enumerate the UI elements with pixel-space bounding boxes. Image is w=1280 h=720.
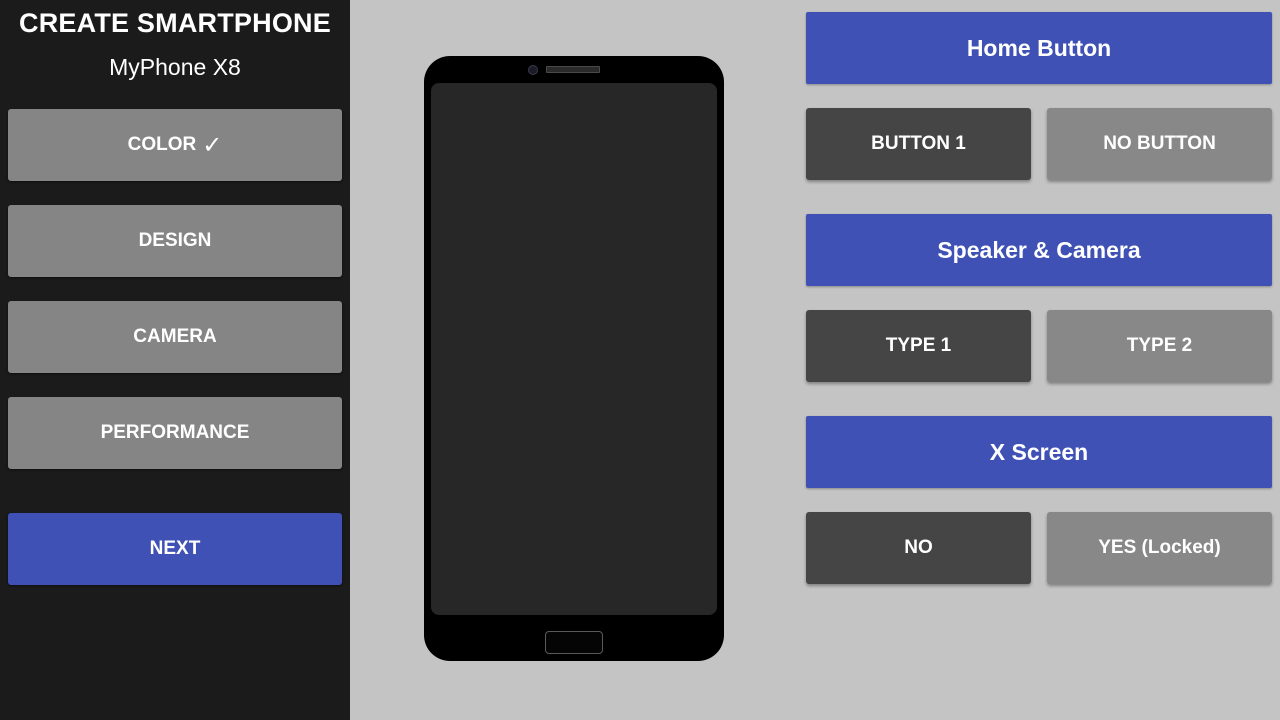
performance-button-label: PERFORMANCE [100, 422, 250, 443]
phone-preview [424, 56, 724, 661]
x-screen-no-option[interactable]: NO [806, 512, 1031, 584]
front-camera-icon [528, 65, 538, 75]
color-button[interactable]: COLOR ✓ [8, 109, 342, 181]
type-1-option[interactable]: TYPE 1 [806, 310, 1031, 382]
color-button-label: COLOR [127, 134, 197, 155]
x-screen-header: X Screen [806, 416, 1272, 488]
speaker-camera-header: Speaker & Camera [806, 214, 1272, 286]
type-2-option[interactable]: TYPE 2 [1047, 310, 1272, 382]
phone-name: MyPhone X8 [109, 54, 241, 80]
performance-button[interactable]: PERFORMANCE [8, 397, 342, 469]
phone-screen [431, 83, 717, 615]
checkmark-icon: ✓ [202, 131, 223, 159]
app-title: CREATE SMARTPHONE [19, 8, 331, 38]
sidebar: CREATE SMARTPHONE MyPhone X8 COLOR ✓ DESI… [0, 0, 350, 720]
home-button-icon [545, 631, 603, 654]
design-button[interactable]: DESIGN [8, 205, 342, 277]
no-button-option[interactable]: NO BUTTON [1047, 108, 1272, 180]
camera-button-label: CAMERA [133, 326, 217, 347]
next-button[interactable]: NEXT [8, 513, 342, 585]
x-screen-yes-locked-option[interactable]: YES (Locked) [1047, 512, 1272, 584]
home-button-header: Home Button [806, 12, 1272, 84]
design-button-label: DESIGN [138, 230, 212, 251]
next-button-label: NEXT [149, 538, 201, 559]
button-1-option[interactable]: BUTTON 1 [806, 108, 1031, 180]
phone-preview-area [350, 0, 800, 720]
speaker-icon [546, 66, 600, 73]
camera-button[interactable]: CAMERA [8, 301, 342, 373]
